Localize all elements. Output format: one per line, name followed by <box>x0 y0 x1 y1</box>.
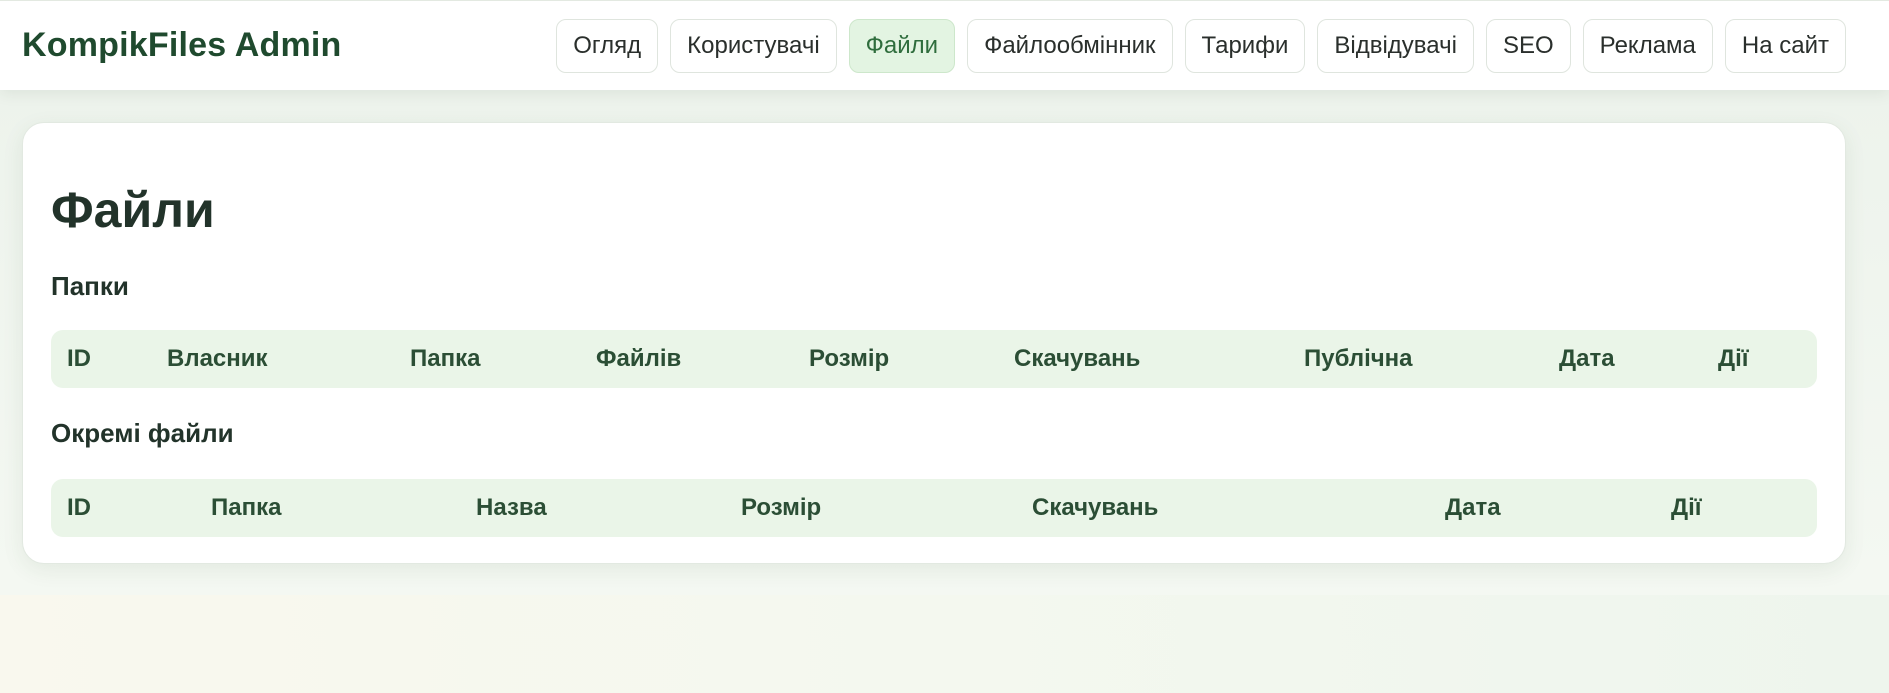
folders-col-folder[interactable]: Папка <box>410 330 480 388</box>
files-table-header: ID Папка Назва Розмір Скачувань Дата Дії <box>51 479 1817 537</box>
files-col-id[interactable]: ID <box>67 479 91 537</box>
folders-section-title: Папки <box>51 271 129 301</box>
page-footer-area <box>0 595 1889 693</box>
page-title: Файли <box>51 182 215 238</box>
main-nav: Огляд Користувачі Файли Файлообмінник Та… <box>556 18 1846 73</box>
folders-col-id[interactable]: ID <box>67 330 91 388</box>
nav-tariffs[interactable]: Тарифи <box>1184 18 1306 73</box>
folders-col-date[interactable]: Дата <box>1559 330 1615 388</box>
folders-col-owner[interactable]: Власник <box>167 330 268 388</box>
files-col-date[interactable]: Дата <box>1445 479 1501 537</box>
folders-col-actions: Дії <box>1718 345 1749 372</box>
folders-col-files-count[interactable]: Файлів <box>596 330 681 388</box>
nav-to-site[interactable]: На сайт <box>1724 18 1846 73</box>
nav-visitors[interactable]: Відвідувачі <box>1317 18 1474 73</box>
folders-col-public[interactable]: Публічна <box>1304 330 1413 388</box>
folders-table-header: ID Власник Папка Файлів Розмір Скачувань… <box>51 330 1817 388</box>
nav-file-sharing[interactable]: Файлообмінник <box>967 18 1173 73</box>
folders-col-size[interactable]: Розмір <box>809 330 889 388</box>
brand-title: KompikFiles Admin <box>22 26 342 64</box>
files-col-folder[interactable]: Папка <box>211 479 281 537</box>
nav-overview[interactable]: Огляд <box>556 18 659 73</box>
nav-users[interactable]: Користувачі <box>670 18 837 73</box>
files-col-name[interactable]: Назва <box>476 479 547 537</box>
content-card: Файли Папки ID Власник Папка Файлів Розм… <box>22 122 1846 564</box>
folders-col-downloads[interactable]: Скачувань <box>1014 330 1140 388</box>
files-section-title: Окремі файли <box>51 418 234 448</box>
files-col-actions: Дії <box>1671 494 1702 521</box>
top-bar: KompikFiles Admin Огляд Користувачі Файл… <box>0 0 1889 90</box>
nav-seo[interactable]: SEO <box>1485 18 1571 73</box>
files-col-downloads[interactable]: Скачувань <box>1032 479 1158 537</box>
files-col-size[interactable]: Розмір <box>741 479 821 537</box>
nav-files[interactable]: Файли <box>848 18 956 73</box>
nav-ads[interactable]: Реклама <box>1582 18 1713 73</box>
